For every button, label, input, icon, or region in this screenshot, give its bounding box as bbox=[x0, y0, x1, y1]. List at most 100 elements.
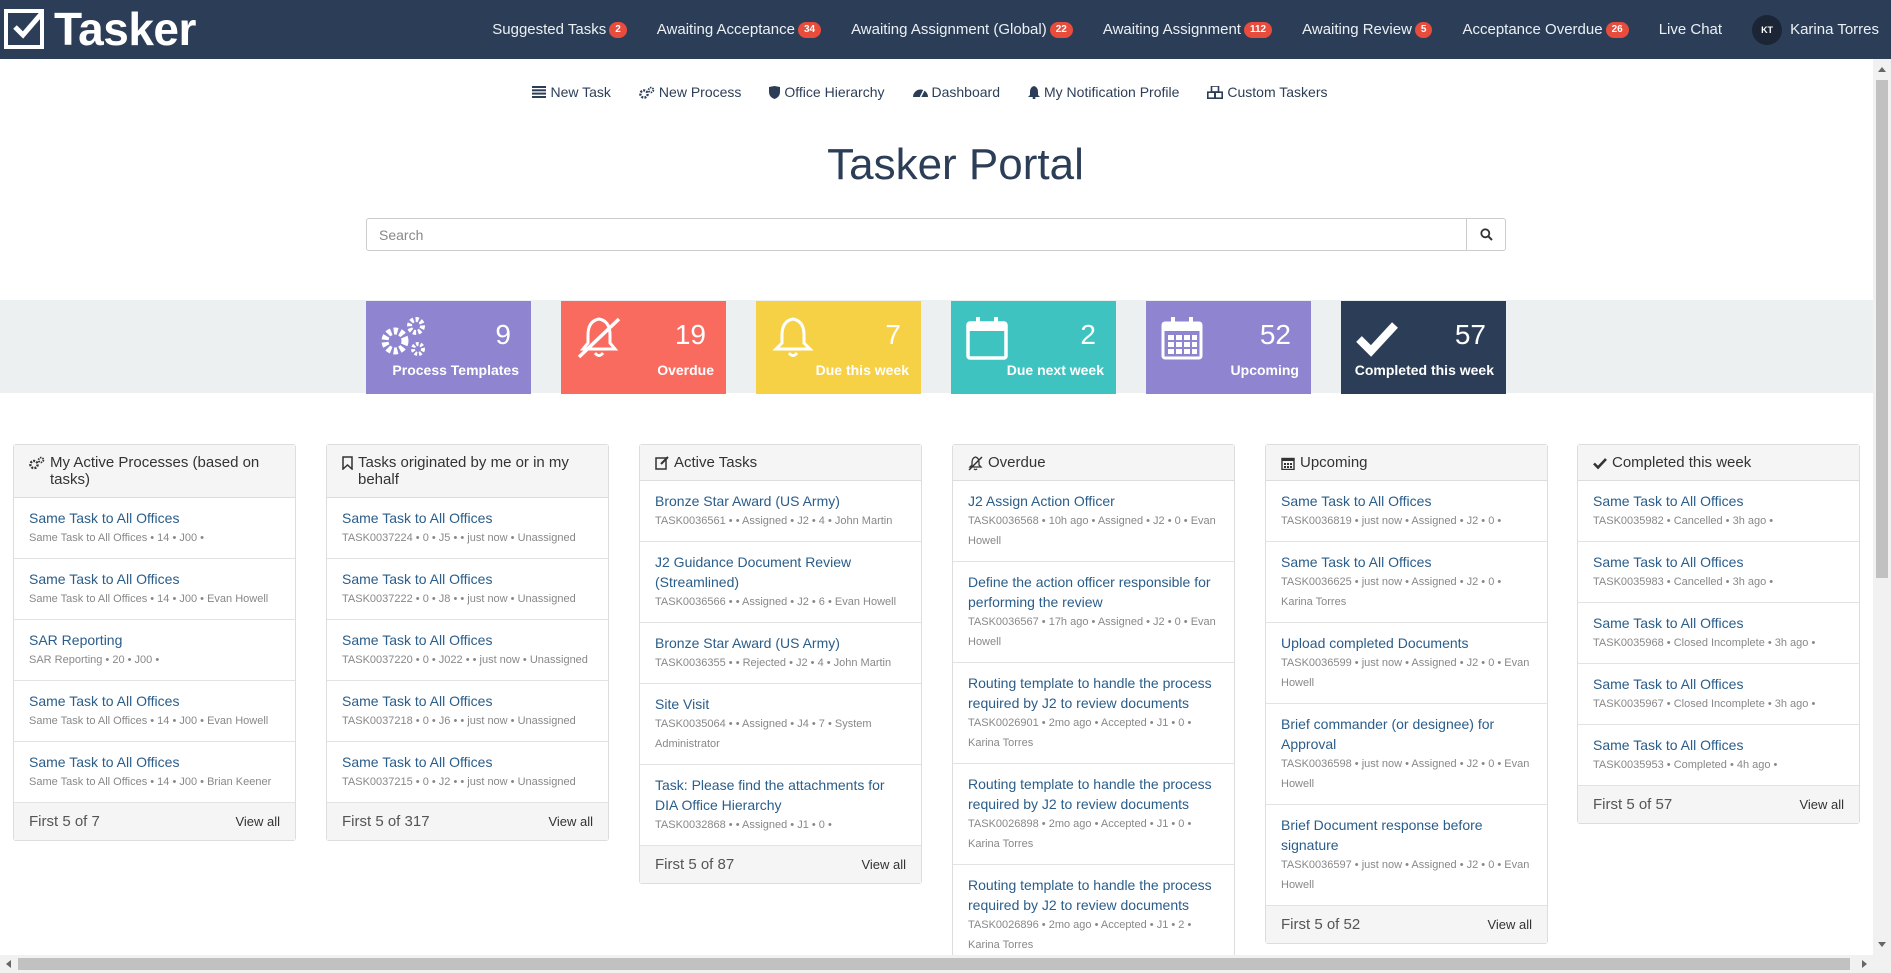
view-all-link[interactable]: View all bbox=[1487, 917, 1532, 932]
scroll-left-icon[interactable] bbox=[6, 960, 11, 968]
tile-completed-this-week[interactable]: 57 Completed this week bbox=[1341, 301, 1506, 394]
new-task-link[interactable]: New Task bbox=[532, 84, 611, 100]
list-item[interactable]: Bronze Star Award (US Army) TASK0036561 •… bbox=[640, 481, 921, 542]
item-title[interactable]: Routing template to handle the process r… bbox=[968, 875, 1219, 915]
nav-awaiting-review[interactable]: Awaiting Review 5 bbox=[1302, 21, 1433, 38]
list-item[interactable]: J2 Assign Action Officer TASK0036568 • 10… bbox=[953, 481, 1234, 562]
item-title[interactable]: Same Task to All Offices bbox=[1593, 735, 1844, 755]
list-item[interactable]: Same Task to All Offices TASK0037222 • 0 … bbox=[327, 559, 608, 620]
list-item[interactable]: Bronze Star Award (US Army) TASK0036355 •… bbox=[640, 623, 921, 684]
item-title[interactable]: Routing template to handle the process r… bbox=[968, 673, 1219, 713]
search-button[interactable] bbox=[1467, 218, 1506, 251]
item-title[interactable]: Same Task to All Offices bbox=[342, 630, 593, 650]
item-title[interactable]: Same Task to All Offices bbox=[29, 691, 280, 711]
list-item[interactable]: Routing template to handle the process r… bbox=[953, 865, 1234, 966]
list-item[interactable]: Same Task to All Offices TASK0035967 • Cl… bbox=[1578, 664, 1859, 725]
item-title[interactable]: Define the action officer responsible fo… bbox=[968, 572, 1219, 612]
list-item[interactable]: Same Task to All Offices TASK0035983 • Ca… bbox=[1578, 542, 1859, 603]
view-all-link[interactable]: View all bbox=[861, 857, 906, 872]
item-title[interactable]: Brief commander (or designee) for Approv… bbox=[1281, 714, 1532, 754]
nav-suggested-tasks[interactable]: Suggested Tasks 2 bbox=[492, 21, 627, 38]
list-item[interactable]: Site Visit TASK0035064 • • Assigned • J4 … bbox=[640, 684, 921, 765]
item-title[interactable]: Same Task to All Offices bbox=[29, 752, 280, 772]
list-item[interactable]: Same Task to All Offices Same Task to All… bbox=[14, 559, 295, 620]
list-item[interactable]: Brief commander (or designee) for Approv… bbox=[1266, 704, 1547, 805]
list-item[interactable]: Same Task to All Offices Same Task to All… bbox=[14, 742, 295, 803]
item-title[interactable]: Same Task to All Offices bbox=[342, 508, 593, 528]
item-title[interactable]: Same Task to All Offices bbox=[1593, 491, 1844, 511]
list-item[interactable]: Routing template to handle the process r… bbox=[953, 764, 1234, 865]
check-icon bbox=[1593, 458, 1607, 470]
item-title[interactable]: Site Visit bbox=[655, 694, 906, 714]
nav-live-chat[interactable]: Live Chat bbox=[1659, 21, 1722, 38]
list-item[interactable]: Same Task to All Offices Same Task to All… bbox=[14, 681, 295, 742]
list-item[interactable]: Same Task to All Offices TASK0035953 • Co… bbox=[1578, 725, 1859, 786]
item-title[interactable]: Same Task to All Offices bbox=[342, 752, 593, 772]
tile-overdue[interactable]: 19 Overdue bbox=[561, 301, 726, 394]
list-item[interactable]: SAR Reporting SAR Reporting • 20 • J00 • bbox=[14, 620, 295, 681]
item-title[interactable]: Same Task to All Offices bbox=[1593, 674, 1844, 694]
item-title[interactable]: Same Task to All Offices bbox=[342, 691, 593, 711]
user-menu[interactable]: KT Karina Torres bbox=[1752, 14, 1879, 45]
nav-acceptance-overdue[interactable]: Acceptance Overdue 26 bbox=[1462, 21, 1629, 38]
item-title[interactable]: Same Task to All Offices bbox=[29, 569, 280, 589]
list-item[interactable]: J2 Guidance Document Review (Streamlined… bbox=[640, 542, 921, 623]
item-meta: TASK0036561 • • Assigned • J2 • 4 • John… bbox=[655, 515, 893, 527]
tile-process-templates[interactable]: 9 Process Templates bbox=[366, 301, 531, 394]
scroll-up-icon[interactable] bbox=[1878, 67, 1886, 72]
list-item[interactable]: Same Task to All Offices TASK0037218 • 0 … bbox=[327, 681, 608, 742]
list-item[interactable]: Same Task to All Offices Same Task to All… bbox=[14, 498, 295, 559]
search-input[interactable] bbox=[366, 218, 1467, 251]
tile-due-this-week[interactable]: 7 Due this week bbox=[756, 301, 921, 394]
list-item[interactable]: Routing template to handle the process r… bbox=[953, 663, 1234, 764]
new-process-link[interactable]: New Process bbox=[639, 84, 741, 100]
item-title[interactable]: Brief Document response before signature bbox=[1281, 815, 1532, 855]
notification-profile-link[interactable]: My Notification Profile bbox=[1028, 84, 1179, 100]
item-title[interactable]: J2 Assign Action Officer bbox=[968, 491, 1219, 511]
nav-awaiting-assignment-global[interactable]: Awaiting Assignment (Global) 22 bbox=[851, 21, 1073, 38]
item-title[interactable]: J2 Guidance Document Review (Streamlined… bbox=[655, 552, 906, 592]
list-item[interactable]: Brief Document response before signature… bbox=[1266, 805, 1547, 906]
item-title[interactable]: Routing template to handle the process r… bbox=[968, 774, 1219, 814]
view-all-link[interactable]: View all bbox=[235, 814, 280, 829]
list-item[interactable]: Same Task to All Offices TASK0036625 • ju… bbox=[1266, 542, 1547, 623]
item-title[interactable]: Same Task to All Offices bbox=[1593, 613, 1844, 633]
list-item[interactable]: Same Task to All Offices TASK0037215 • 0 … bbox=[327, 742, 608, 803]
footer-count: First 5 of 52 bbox=[1281, 916, 1361, 933]
item-title[interactable]: Same Task to All Offices bbox=[342, 569, 593, 589]
list-item[interactable]: Task: Please find the attachments for DI… bbox=[640, 765, 921, 846]
brand-name: Tasker bbox=[54, 3, 196, 55]
item-title[interactable]: Task: Please find the attachments for DI… bbox=[655, 775, 906, 815]
tile-due-next-week[interactable]: 2 Due next week bbox=[951, 301, 1116, 394]
item-title[interactable]: Same Task to All Offices bbox=[1593, 552, 1844, 572]
scroll-thumb[interactable] bbox=[18, 958, 1850, 970]
list-item[interactable]: Upload completed Documents TASK0036599 • … bbox=[1266, 623, 1547, 704]
office-hierarchy-link[interactable]: Office Hierarchy bbox=[769, 84, 885, 100]
nav-awaiting-acceptance[interactable]: Awaiting Acceptance 34 bbox=[657, 21, 822, 38]
view-all-link[interactable]: View all bbox=[1799, 797, 1844, 812]
list-item[interactable]: Same Task to All Offices TASK0035968 • Cl… bbox=[1578, 603, 1859, 664]
item-title[interactable]: SAR Reporting bbox=[29, 630, 280, 650]
nav-awaiting-assignment[interactable]: Awaiting Assignment 112 bbox=[1103, 21, 1273, 38]
list-item[interactable]: Same Task to All Offices TASK0037220 • 0 … bbox=[327, 620, 608, 681]
item-title[interactable]: Bronze Star Award (US Army) bbox=[655, 633, 906, 653]
item-title[interactable]: Same Task to All Offices bbox=[1281, 491, 1532, 511]
custom-taskers-link[interactable]: Custom Taskers bbox=[1207, 84, 1328, 100]
list-item[interactable]: Define the action officer responsible fo… bbox=[953, 562, 1234, 663]
vertical-scrollbar[interactable] bbox=[1873, 59, 1891, 955]
list-item[interactable]: Same Task to All Offices TASK0036819 • ju… bbox=[1266, 481, 1547, 542]
list-item[interactable]: Same Task to All Offices TASK0035982 • Ca… bbox=[1578, 481, 1859, 542]
scroll-thumb[interactable] bbox=[1876, 80, 1888, 578]
item-title[interactable]: Same Task to All Offices bbox=[1281, 552, 1532, 572]
dashboard-link[interactable]: Dashboard bbox=[912, 84, 1000, 100]
tile-upcoming[interactable]: 52 Upcoming bbox=[1146, 301, 1311, 394]
item-title[interactable]: Upload completed Documents bbox=[1281, 633, 1532, 653]
horizontal-scrollbar[interactable] bbox=[0, 955, 1891, 973]
scroll-right-icon[interactable] bbox=[1862, 960, 1867, 968]
scroll-down-icon[interactable] bbox=[1878, 942, 1886, 947]
brand-logo[interactable]: Tasker bbox=[4, 3, 196, 55]
list-item[interactable]: Same Task to All Offices TASK0037224 • 0 … bbox=[327, 498, 608, 559]
item-title[interactable]: Bronze Star Award (US Army) bbox=[655, 491, 906, 511]
item-title[interactable]: Same Task to All Offices bbox=[29, 508, 280, 528]
view-all-link[interactable]: View all bbox=[548, 814, 593, 829]
